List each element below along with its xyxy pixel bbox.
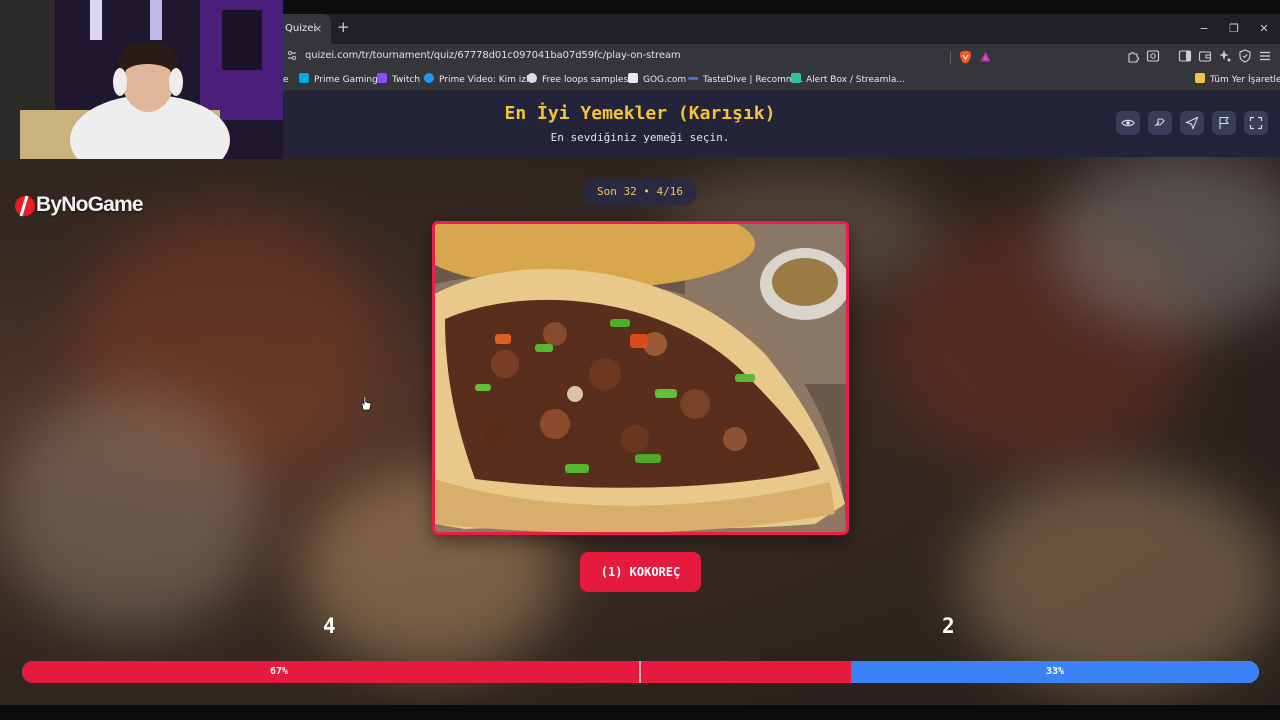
address-bar[interactable]: quizei.com/tr/tournament/quiz/67778d01c0… [283,46,998,67]
bynogame-logo-icon [15,195,35,217]
tab-close-icon[interactable]: × [313,22,322,35]
webcam-overlay [0,0,283,159]
quiz-subtitle: En sevdiğiniz yemeği seçin. [550,131,730,144]
site-settings-icon[interactable] [287,50,297,62]
leo-ai-icon[interactable] [1218,49,1232,63]
tastedive-icon [688,77,698,80]
food-image-kokorec[interactable] [432,221,849,535]
bynogame-watermark: ByNoGame [36,193,144,216]
minimize-icon[interactable]: − [1196,21,1212,37]
bookmark-alert-box[interactable]: Alert Box / Streamla... [791,73,905,87]
bookmark-gog[interactable]: GOG.com [628,73,686,87]
eye-icon [1121,119,1135,127]
bookmark-label: TasteDive | Recomm... [703,75,804,85]
background-blur [0,391,260,631]
quiz-title: En İyi Yemekler (Karışık) [504,103,776,124]
wallet-icon[interactable] [1198,49,1212,63]
all-bookmarks-label: Tüm Yer İşaretleri [1210,75,1280,85]
folder-icon [1195,73,1205,83]
webcam-feed [0,0,283,159]
kokorec-photo [435,224,846,532]
extensions-icon[interactable] [1126,49,1140,63]
vote-bar-midline [639,661,641,683]
round-indicator: Son 32 • 4/16 [583,179,697,205]
prime-video-icon [424,73,434,83]
taskbar-strip [0,705,1280,720]
quiz-page: En İyi Yemekler (Karışık) En sevdiğiniz … [0,91,1280,705]
right-percent-label: 33% [1045,666,1065,677]
screenshot-icon[interactable] [1146,49,1160,63]
mouse-cursor-icon [361,395,372,411]
maximize-icon[interactable]: ❐ [1226,21,1242,37]
browser-tab-quizei[interactable]: Quizei × [283,14,331,44]
right-vote-count: 2 [942,614,955,638]
fullscreen-button[interactable] [1244,111,1268,135]
report-button[interactable] [1212,111,1236,135]
address-divider [950,51,951,64]
streamlabs-icon [791,73,801,83]
menu-icon[interactable] [1258,49,1272,63]
vpn-shield-icon[interactable] [1238,49,1252,63]
bookmark-prime-gaming[interactable]: Prime Gaming [299,73,378,87]
vote-progress-bar: 67% 33% [22,661,1259,683]
bookmark-label: Prime Video: Kim izl... [439,75,538,85]
bookmark-partial[interactable]: e [283,73,289,87]
bookmark-prime-video[interactable]: Prime Video: Kim izl... [424,73,537,87]
loops-icon [527,73,537,83]
new-tab-icon[interactable]: + [337,18,350,36]
share-button[interactable] [1180,111,1204,135]
flag-icon [1219,116,1230,129]
shuffle-icon [1154,118,1165,127]
bookmark-label: Prime Gaming [314,75,378,85]
bookmark-twitch[interactable]: Twitch [377,73,420,87]
bookmark-label: Twitch [392,75,421,85]
browser-tab-strip: Quizei × + − ❐ ✕ [283,14,1280,44]
browser-toolbar: quizei.com/tr/tournament/quiz/67778d01c0… [283,44,1280,69]
url-text[interactable]: quizei.com/tr/tournament/quiz/67778d01c0… [305,50,681,61]
bookmark-label: GOG.com [643,75,687,85]
bookmark-tastedive[interactable]: TasteDive | Recomm... [688,73,803,87]
rewards-icon[interactable] [980,51,991,62]
choice-button-kokorec[interactable]: (1) KOKOREÇ [580,552,701,592]
bookmark-label: e [283,75,289,85]
left-percent-label: 67% [269,666,289,677]
left-vote-count: 4 [323,614,336,638]
screen: Quizei × + − ❐ ✕ quizei.com/tr/tournamen… [0,0,1280,720]
gog-icon [628,73,638,83]
brave-shields-icon[interactable] [959,50,972,64]
bookmark-label: Free loops samples... [542,75,637,85]
twitch-icon [377,73,387,83]
send-icon [1185,116,1199,130]
shuffle-button[interactable] [1148,111,1172,135]
close-window-icon[interactable]: ✕ [1256,21,1272,37]
prime-gaming-icon [299,73,309,83]
sidebar-icon[interactable] [1178,49,1192,63]
background-blur [960,471,1280,691]
bookmark-free-loops[interactable]: Free loops samples... [527,73,637,87]
bookmarks-bar: e Prime Gaming Twitch Prime Video: Kim i… [283,69,1280,91]
toggle-visibility-button[interactable] [1116,111,1140,135]
tab-title: Quizei [285,23,317,34]
all-bookmarks[interactable]: Tüm Yer İşaretleri [1195,73,1280,87]
bookmark-label: Alert Box / Streamla... [806,75,905,85]
fullscreen-icon [1249,116,1263,130]
